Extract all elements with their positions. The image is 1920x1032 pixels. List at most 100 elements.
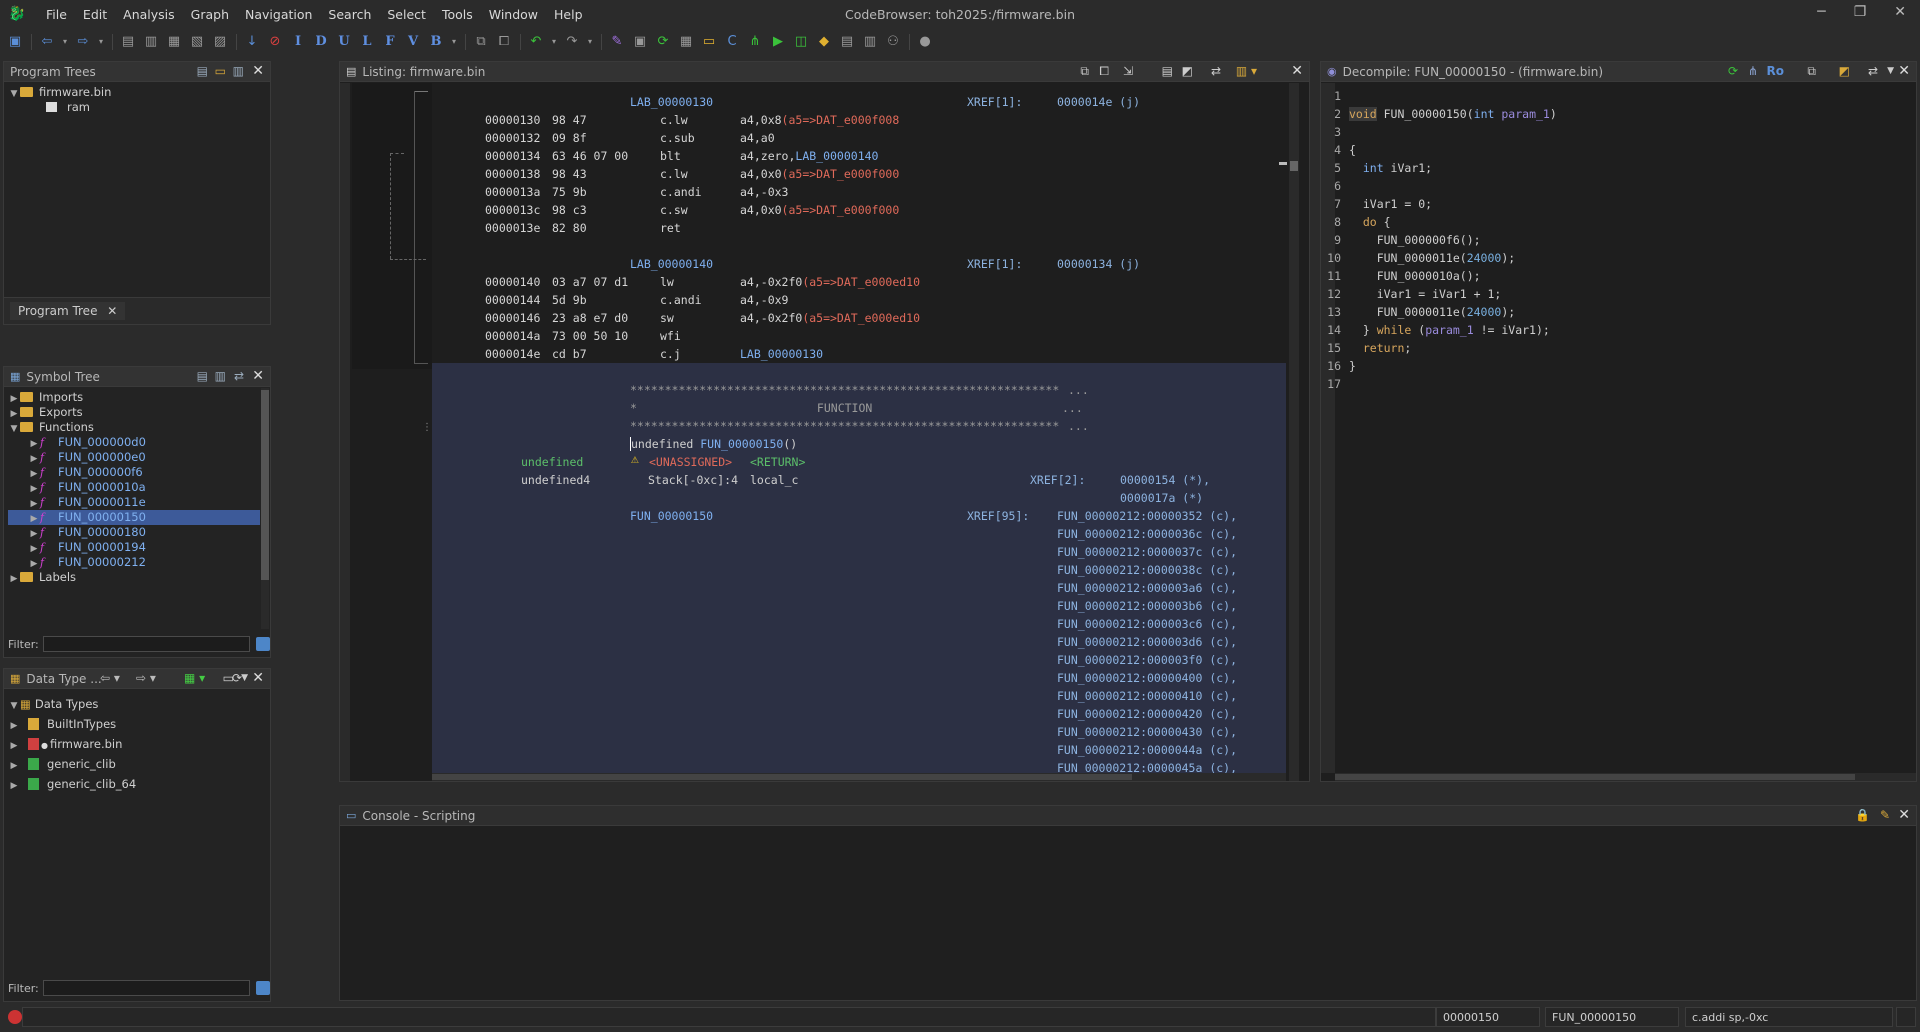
chevron-right-icon[interactable]: ▶ — [8, 572, 20, 587]
minimize-button[interactable]: ─ — [1817, 4, 1825, 20]
refresh-icon[interactable]: ⟳ — [654, 34, 672, 50]
copy-icon[interactable]: ⧉ — [472, 34, 490, 50]
navigate-function-icon[interactable]: ▧ — [188, 34, 206, 50]
code-line[interactable]: { — [1349, 143, 1356, 157]
xref-link[interactable]: FUN_00000212:0000044a (c), — [1057, 743, 1237, 757]
splitter-handle-icon[interactable]: ⋮ — [422, 422, 432, 433]
xref-link[interactable]: 00000134 (j) — [1057, 257, 1140, 271]
navigate-label-icon[interactable]: ▦ — [165, 34, 183, 50]
code-line-signature[interactable]: void FUN_00000150(int param_1) — [1349, 107, 1557, 121]
instruction-row[interactable]: 00000132 — [485, 131, 540, 145]
debugger-icon[interactable]: ◫ — [792, 34, 810, 50]
close-icon[interactable]: ✕ — [252, 670, 264, 686]
data-reference[interactable]: (a5=>DAT_e000ed10 — [802, 311, 920, 325]
parameter[interactable]: param_1 — [1425, 323, 1473, 337]
bytes-icon[interactable]: ▥ — [861, 34, 879, 50]
function-item[interactable]: ▶ f FUN_00000194 — [8, 540, 266, 555]
back-arrow-icon[interactable]: ⇦ — [38, 34, 56, 50]
navigate-data-icon[interactable]: ▤ — [119, 34, 137, 50]
export-icon[interactable]: ◩ — [1839, 64, 1850, 78]
instruction-row[interactable]: 00000138 — [485, 167, 540, 181]
tree-node-firmware-types[interactable]: ▶ ● firmware.bin — [8, 734, 266, 754]
table-icon[interactable]: ▤ — [838, 34, 856, 50]
xref-link[interactable]: FUN_00000212:000003f0 (c), — [1057, 653, 1237, 667]
chevron-right-icon[interactable]: ▶ — [8, 716, 20, 736]
label-lab-00000140[interactable]: LAB_00000140 — [630, 257, 713, 271]
function-graph-icon[interactable]: ⋔ — [746, 34, 764, 50]
scrollbar-thumb[interactable] — [261, 390, 269, 580]
chevron-down-icon[interactable]: ▾ — [586, 34, 594, 50]
graph-icon[interactable]: ⚇ — [884, 34, 902, 50]
signature-function-name[interactable]: FUN_00000150 — [700, 437, 783, 451]
instruction-row[interactable]: 00000140 — [485, 275, 540, 289]
xref-link[interactable]: FUN_00000212:0000036c (c), — [1057, 527, 1237, 541]
xref-link[interactable]: FUN_00000212:00000400 (c), — [1057, 671, 1237, 685]
symbol-filter-input[interactable] — [42, 636, 251, 652]
scrollbar-thumb[interactable] — [432, 774, 1132, 780]
copy-icon[interactable]: ⧉ — [1080, 64, 1089, 79]
register-icon[interactable]: ▦ — [677, 34, 695, 50]
close-icon[interactable]: ✕ — [1898, 63, 1910, 79]
instruction-row[interactable]: 0000013a — [485, 185, 540, 199]
tree-node-functions[interactable]: ▼ Functions — [8, 420, 266, 435]
create-class-icon[interactable]: ▥ — [215, 369, 226, 383]
xref-link[interactable]: 0000014e (j) — [1057, 95, 1140, 109]
close-icon[interactable]: ✕ — [252, 63, 264, 79]
label-reference[interactable]: LAB_00000130 — [740, 347, 823, 361]
redo-icon[interactable]: ↷ — [563, 34, 581, 50]
code-line[interactable]: } — [1349, 359, 1356, 373]
navigate-icon[interactable]: ⇄ — [234, 369, 244, 383]
scrollbar-thumb[interactable] — [1335, 774, 1855, 780]
new-tree-icon[interactable]: ▤ — [197, 64, 208, 78]
data-reference[interactable]: (a5=>DAT_e000f000 — [782, 203, 900, 217]
back-arrow-icon[interactable]: ⇦ ▾ — [100, 671, 120, 685]
snapshot-icon[interactable]: ⇄ — [1211, 64, 1221, 78]
xref-link[interactable]: FUN_00000212:00000410 (c), — [1057, 689, 1237, 703]
filter-options-icon[interactable] — [256, 637, 270, 651]
data-reference[interactable]: (a5=>DAT_e000f008 — [782, 113, 900, 127]
letter-l-icon[interactable]: L — [358, 34, 376, 50]
data-reference[interactable]: (a5=>DAT_e000ed10 — [802, 275, 920, 289]
diff-icon[interactable]: ◩ — [1182, 64, 1193, 78]
close-icon[interactable]: ✕ — [1291, 63, 1303, 79]
chevron-down-icon[interactable]: ▼ — [241, 673, 248, 683]
create-namespace-icon[interactable]: ▤ — [197, 369, 208, 383]
chevron-down-icon[interactable]: ▾ — [97, 34, 105, 50]
tab-program-tree[interactable]: Program Tree ✕ — [10, 302, 126, 320]
parameter[interactable]: param_1 — [1501, 107, 1549, 121]
chevron-down-icon[interactable]: ▾ — [450, 34, 458, 50]
maximize-button[interactable]: ❐ — [1854, 4, 1867, 20]
close-icon[interactable]: ✕ — [1898, 807, 1910, 823]
bookmark-icon[interactable]: ⊘ — [266, 34, 284, 50]
paste-icon[interactable]: ⧠ — [1099, 64, 1109, 79]
listing-hscrollbar[interactable] — [432, 773, 1286, 781]
code-line[interactable]: } while (param_1 != iVar1); — [1349, 323, 1550, 337]
close-icon[interactable]: ✕ — [252, 368, 264, 384]
function-name[interactable]: FUN_00000150 — [1377, 107, 1467, 121]
call-text[interactable]: FUN_0000011e( — [1349, 305, 1467, 319]
chevron-right-icon[interactable]: ▶ — [8, 776, 20, 796]
instruction-row[interactable]: 0000013c — [485, 203, 540, 217]
clear-icon[interactable]: ✎ — [1880, 808, 1890, 822]
read-only-icon[interactable]: Ro — [1767, 64, 1784, 78]
instruction-row[interactable]: 00000130 — [485, 113, 540, 127]
xref-link[interactable]: FUN_00000212:0000038c (c), — [1057, 563, 1237, 577]
label-reference[interactable]: LAB_00000140 — [795, 149, 878, 163]
paste-icon[interactable]: ⧠ — [495, 34, 513, 50]
data-type-action-icon[interactable]: ▦ ▾ — [184, 671, 205, 685]
tree-node-ram[interactable]: ram — [8, 100, 266, 115]
refresh-icon[interactable]: ⟳ — [1728, 64, 1738, 78]
letter-i-icon[interactable]: I — [289, 34, 307, 50]
field-layout-icon[interactable]: ▤ — [1162, 64, 1173, 78]
chevron-right-icon[interactable]: ▶ — [8, 756, 20, 776]
close-icon[interactable]: ✕ — [107, 304, 117, 318]
copy-icon[interactable]: ⧉ — [1807, 64, 1816, 79]
chevron-down-icon[interactable]: ▾ — [61, 34, 69, 50]
instruction-row[interactable]: 0000014a — [485, 329, 540, 343]
instruction-row[interactable]: 00000146 — [485, 311, 540, 325]
search-c-icon[interactable]: C — [723, 34, 741, 50]
label-lab-00000130[interactable]: LAB_00000130 — [630, 95, 713, 109]
filter-options-icon[interactable] — [256, 981, 270, 995]
tree-icon[interactable]: ⋔ — [1748, 64, 1758, 78]
listing-scrollbar[interactable] — [1289, 83, 1299, 781]
